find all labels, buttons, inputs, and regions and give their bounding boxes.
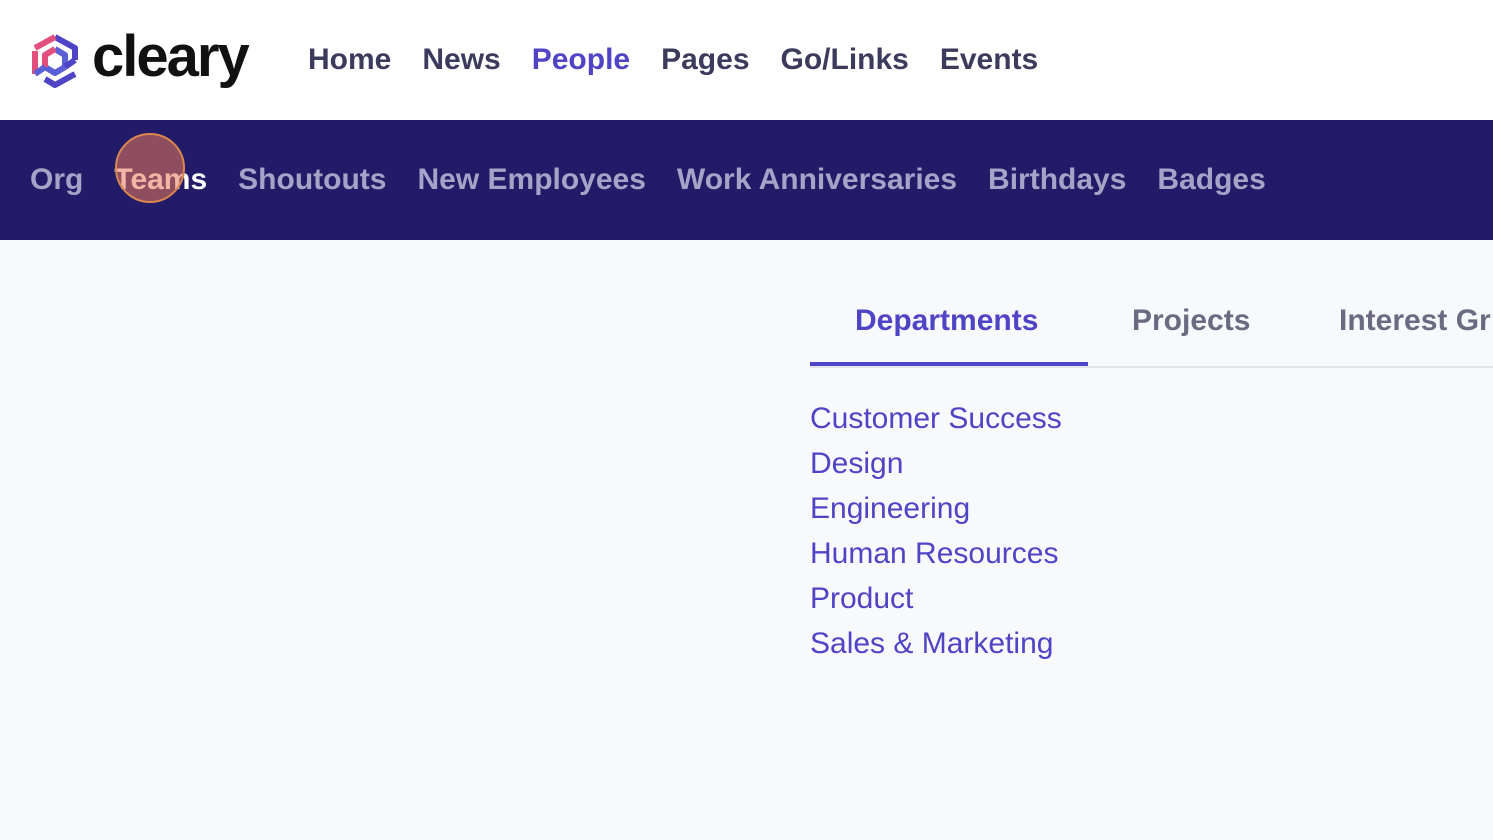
- department-link[interactable]: Engineering: [810, 492, 970, 525]
- active-tab-indicator: [810, 362, 1088, 366]
- subnav-birthdays[interactable]: Birthdays: [988, 160, 1126, 200]
- list-item: Design: [810, 443, 1062, 488]
- nav-events[interactable]: Events: [940, 40, 1038, 80]
- list-item: Customer Success: [810, 398, 1062, 443]
- cleary-logo[interactable]: cleary: [28, 24, 250, 96]
- tab-departments[interactable]: Departments: [855, 304, 1038, 338]
- list-item: Human Resources: [810, 533, 1062, 578]
- nav-go-links[interactable]: Go/Links: [781, 40, 909, 80]
- teams-tabs: Departments Projects Interest Gr: [810, 296, 1493, 368]
- nav-news[interactable]: News: [422, 40, 500, 80]
- subnav-new-employees[interactable]: New Employees: [417, 160, 645, 200]
- cleary-logo-icon: [32, 34, 78, 88]
- tab-interest-groups[interactable]: Interest Gr: [1339, 304, 1491, 338]
- tab-projects[interactable]: Projects: [1132, 304, 1250, 338]
- department-link[interactable]: Sales & Marketing: [810, 627, 1053, 660]
- list-item: Product: [810, 578, 1062, 623]
- cleary-logo-wordmark: cleary: [92, 24, 250, 89]
- department-link[interactable]: Design: [810, 447, 903, 480]
- list-item: Sales & Marketing: [810, 623, 1062, 668]
- subnav-badges[interactable]: Badges: [1157, 160, 1265, 200]
- people-subnav-bar: Org Teams Shoutouts New Employees Work A…: [0, 120, 1493, 240]
- people-subnavigation: Org Teams Shoutouts New Employees Work A…: [30, 160, 1297, 200]
- subnav-shoutouts[interactable]: Shoutouts: [238, 160, 386, 200]
- subnav-work-anniversaries[interactable]: Work Anniversaries: [677, 160, 957, 200]
- department-list: Customer Success Design Engineering Huma…: [810, 398, 1062, 668]
- nav-people[interactable]: People: [532, 40, 630, 80]
- department-link[interactable]: Customer Success: [810, 402, 1062, 435]
- subnav-org[interactable]: Org: [30, 160, 83, 200]
- main-navigation: Home News People Pages Go/Links Events: [308, 40, 1069, 80]
- department-link[interactable]: Human Resources: [810, 537, 1058, 570]
- top-header: cleary Home News People Pages Go/Links E…: [0, 0, 1493, 120]
- nav-home[interactable]: Home: [308, 40, 391, 80]
- subnav-teams[interactable]: Teams: [114, 160, 207, 200]
- list-item: Engineering: [810, 488, 1062, 533]
- department-link[interactable]: Product: [810, 582, 913, 615]
- nav-pages[interactable]: Pages: [661, 40, 749, 80]
